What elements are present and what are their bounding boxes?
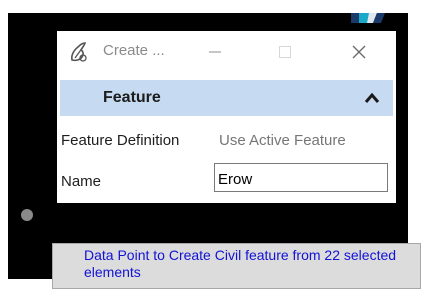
minimize-icon <box>209 51 221 53</box>
status-prompt: Data Point to Create Civil feature from … <box>52 243 421 289</box>
maximize-button[interactable] <box>265 31 305 73</box>
chevron-up-icon[interactable] <box>364 92 380 104</box>
create-feature-dialog: Create ... Feature Feature Definition Us… <box>57 31 396 203</box>
close-icon <box>352 45 366 59</box>
close-button[interactable] <box>339 31 379 73</box>
dialog-titlebar[interactable]: Create ... <box>57 31 396 73</box>
name-input[interactable] <box>214 163 388 192</box>
view-canvas[interactable]: Create ... Feature Feature Definition Us… <box>8 13 421 289</box>
cursor-point-icon <box>21 209 33 221</box>
maximize-icon <box>279 46 291 58</box>
feature-definition-value[interactable]: Use Active Feature <box>219 132 346 149</box>
feature-section-title: Feature <box>103 89 161 106</box>
dialog-title: Create ... <box>103 42 165 59</box>
status-prompt-text: Data Point to Create Civil feature from … <box>84 247 397 280</box>
name-label: Name <box>61 173 102 190</box>
feature-definition-label: Feature Definition <box>61 132 180 149</box>
civil-feature-icon <box>71 42 87 62</box>
minimize-button[interactable] <box>195 31 235 73</box>
canvas-graphic-icon <box>351 13 385 23</box>
feature-section-header[interactable]: Feature <box>60 80 393 116</box>
